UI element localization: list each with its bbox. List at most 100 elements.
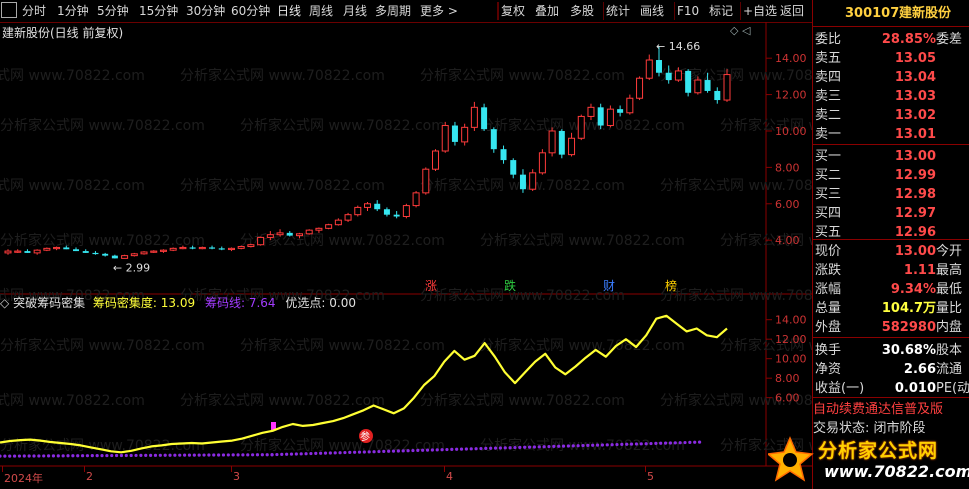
- chip-line-dot: [625, 442, 629, 446]
- chip-line-dot: [221, 453, 226, 457]
- watermark-text: 分析家公式网 www.70822.com: [0, 117, 205, 134]
- candle-body: [295, 233, 303, 237]
- candle-body: [179, 246, 187, 250]
- chip-line-dot: [547, 444, 551, 449]
- chip-line-dot: [32, 454, 36, 458]
- quote-value: 12.98: [894, 187, 936, 202]
- chip-line-dot: [333, 451, 337, 455]
- chipline-value: 7.64: [248, 296, 276, 310]
- candle-body: [655, 60, 662, 73]
- chip-line-dot: [0, 454, 2, 458]
- quote-label: 涨幅: [815, 282, 842, 297]
- candle-body: [159, 249, 167, 252]
- chip-line-dot: [241, 453, 245, 457]
- candle-body: [364, 203, 371, 208]
- chip-line-dot: [668, 441, 673, 445]
- quote-row: 涨跌 1.11 最高: [813, 261, 969, 280]
- candle-body: [247, 244, 255, 248]
- candle-body: [665, 72, 672, 81]
- candle-body: [490, 129, 497, 150]
- quote-label: 净资: [815, 362, 842, 377]
- chip-line-dot: [508, 446, 512, 450]
- chip-line-dot: [153, 453, 158, 457]
- watermark-text: 分析家公式网 www.70822.com: [0, 177, 145, 194]
- chip-line-dot: [610, 443, 614, 447]
- chip-line-dot: [17, 454, 22, 458]
- chip-line-dot: [450, 447, 454, 452]
- candle-body: [393, 214, 400, 217]
- high-price-label: ← 14.66: [656, 40, 700, 53]
- quote-label: 卖三: [815, 89, 842, 104]
- quote-row: 买二 12.99: [813, 166, 969, 185]
- time-tick: [645, 466, 646, 472]
- chip-line-dot: [377, 449, 381, 454]
- indicator-toggle-icon[interactable]: ◇: [0, 296, 9, 310]
- price-axis-label: 4.00: [775, 234, 800, 247]
- quote-panel: 300107 建新股份 委比 28.85% 委差 卖五 13.05 卖四 13.04 卖三 13…: [812, 0, 969, 489]
- candle-body: [82, 251, 89, 253]
- chip-line-dot: [314, 451, 318, 456]
- candle-body: [286, 232, 293, 236]
- candle-body: [412, 192, 420, 207]
- chip-line-dot: [37, 454, 41, 458]
- watermark-text: 分析家公式网 www.70822.com: [480, 337, 685, 354]
- candle-body: [645, 59, 653, 79]
- candle-body: [111, 255, 118, 259]
- quote-value: 104.7万: [881, 301, 936, 316]
- candle-body: [577, 115, 585, 139]
- chip-line-dot: [430, 448, 434, 452]
- quote-row: 涨幅 9.34% 最低: [813, 280, 969, 299]
- chip-line-dot: [280, 452, 284, 457]
- chart-controls[interactable]: ◇ ◁: [730, 24, 750, 37]
- brand-name: 分析家公式网: [818, 440, 939, 462]
- watermark-text: 分析家公式网 www.70822.com: [420, 392, 625, 409]
- quote-extra: 最高: [936, 263, 963, 278]
- chip-line-dot: [299, 452, 303, 456]
- quote-value: 13.00: [894, 244, 936, 259]
- watermark-text: 分析家公式网 www.70822.com: [180, 177, 385, 194]
- quote-value: 13.01: [894, 127, 936, 142]
- price-axis-label: 10.00: [775, 125, 807, 138]
- candle-body: [24, 251, 31, 253]
- candle-body: [266, 234, 274, 238]
- candle-body: [500, 149, 507, 161]
- quote-label: 委比: [815, 32, 842, 47]
- quote-extra: 股本: [936, 343, 963, 358]
- chip-line-dot: [683, 440, 687, 445]
- chip-line-dot: [421, 448, 425, 452]
- chip-line-dot: [401, 449, 405, 453]
- chip-line-dot: [231, 453, 235, 457]
- candle-body: [14, 250, 22, 253]
- price-axis-label: 6.00: [775, 198, 800, 211]
- candle-body: [315, 227, 323, 231]
- candle-body: [422, 168, 430, 194]
- chip-line-dot: [51, 454, 56, 458]
- chip-line-dot: [289, 452, 294, 456]
- indicator-name[interactable]: 突破筹码密集: [13, 296, 85, 310]
- chip-line-dot: [362, 450, 366, 454]
- quote-value: 2.66: [903, 362, 936, 377]
- candle-body: [276, 232, 284, 236]
- candle-body: [130, 253, 138, 257]
- chip-line-dot: [435, 448, 439, 452]
- quote-row: 现价 13.00 今开: [813, 242, 969, 261]
- quote-row: 换手 30.68% 股本: [813, 341, 969, 360]
- candle-body: [169, 247, 177, 251]
- quote-row: 外盘 582980 内盘: [813, 318, 969, 337]
- price-axis-label: 12.00: [775, 89, 807, 102]
- chip-line-dot: [202, 453, 206, 457]
- watermark-text: 分析家公式网 www.70822.com: [0, 232, 205, 249]
- chip-line-dot: [338, 451, 342, 455]
- quote-row: 卖三 13.03: [813, 87, 969, 106]
- candle-body: [305, 229, 313, 235]
- density-label: 筹码密集度:: [92, 296, 157, 310]
- candle-body: [354, 206, 362, 216]
- chip-line-dot: [532, 445, 536, 449]
- candle-body: [636, 77, 644, 99]
- indicator-axis-label: 10.00: [775, 353, 807, 366]
- notice-text[interactable]: 自动续费通达信普及版: [813, 400, 969, 419]
- chip-line-dot: [275, 452, 279, 457]
- candle-body: [237, 246, 245, 249]
- panel-separator: [813, 337, 969, 338]
- panel-separator: [813, 144, 969, 145]
